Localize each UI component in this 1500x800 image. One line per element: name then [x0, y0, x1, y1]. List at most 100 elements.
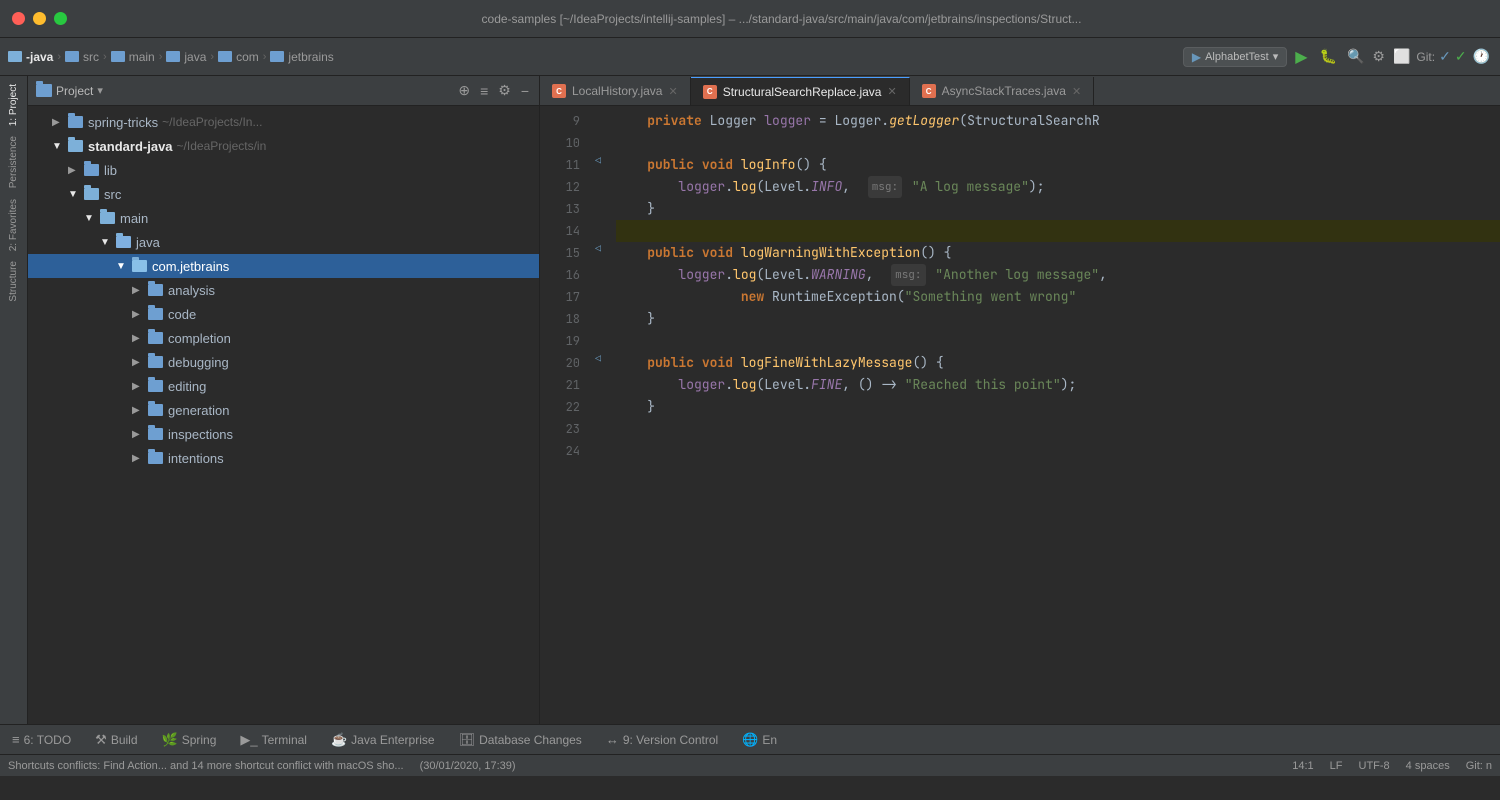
folder-icon-open [116, 236, 131, 248]
sidebar-item-structure[interactable]: Structure [6, 257, 21, 306]
node-label: src [104, 187, 121, 202]
indent[interactable]: 4 spaces [1406, 760, 1450, 772]
locate-icon[interactable]: ⊕ [456, 80, 472, 101]
project-folder-icon [36, 84, 52, 97]
tree-node-code[interactable]: ▶ code [28, 302, 539, 326]
bottom-tab-terminal[interactable]: ▶_ Terminal [236, 730, 311, 750]
collapse-icon[interactable]: − [519, 81, 531, 101]
breadcrumb-java-folder[interactable]: java [166, 50, 206, 64]
folder-icon [148, 404, 163, 416]
tree-node-java[interactable]: ▼ java [28, 230, 539, 254]
folder-icon [148, 428, 163, 440]
bottom-tab-spring[interactable]: 🌿 Spring [158, 730, 221, 750]
git-clock-icon[interactable]: 🕐 [1471, 46, 1492, 67]
code-line-11: public void logInfo() { [616, 154, 1500, 176]
node-label: main [120, 211, 148, 226]
sidebar-item-project[interactable]: 1: Project [6, 80, 21, 130]
tree-node-standard-java[interactable]: ▼ standard-java ~/IdeaProjects/in [28, 134, 539, 158]
breadcrumb-src[interactable]: src [65, 50, 99, 64]
options-icon[interactable]: ≡ [478, 81, 490, 101]
tab-close-button[interactable]: ✕ [1072, 85, 1081, 98]
code-line-23 [616, 418, 1500, 440]
node-label: completion [168, 331, 231, 346]
node-label: editing [168, 379, 206, 394]
tree-node-completion[interactable]: ▶ completion [28, 326, 539, 350]
tab-label: AsyncStackTraces.java [942, 84, 1066, 98]
tab-close-button[interactable]: ✕ [887, 85, 896, 98]
breadcrumb-main[interactable]: main [111, 50, 155, 64]
git-pull-icon[interactable]: ✓ [1439, 48, 1451, 65]
maximize-button[interactable] [54, 12, 67, 25]
tab-structural-search[interactable]: C StructuralSearchReplace.java ✕ [691, 77, 910, 105]
sidebar-item-persistence[interactable]: Persistence [6, 132, 21, 192]
run-config-selector[interactable]: ▶ AlphabetTest ▾ [1183, 47, 1287, 67]
node-label: inspections [168, 427, 233, 442]
breadcrumb-com[interactable]: com [218, 50, 259, 64]
breadcrumb-java[interactable]: -java [8, 50, 53, 64]
line-ending[interactable]: LF [1330, 760, 1343, 772]
tab-local-history[interactable]: C LocalHistory.java ✕ [540, 77, 691, 105]
cursor-position[interactable]: 14:1 [1292, 760, 1313, 772]
tree-node-spring-tricks[interactable]: ▶ spring-tricks ~/IdeaProjects/In... [28, 110, 539, 134]
folder-icon [65, 51, 79, 62]
settings-icon[interactable]: ⚙ [496, 80, 513, 101]
breadcrumb-jetbrains[interactable]: jetbrains [270, 50, 333, 64]
sidebar-item-favorites[interactable]: 2: Favorites [6, 195, 21, 255]
tree-node-intentions[interactable]: ▶ intentions [28, 446, 539, 470]
status-timestamp: (30/01/2020, 17:39) [420, 760, 516, 772]
java-file-icon: C [703, 85, 717, 99]
bottom-tab-label: Database Changes [479, 733, 582, 747]
java-enterprise-icon: ☕ [331, 732, 347, 748]
tree-node-analysis[interactable]: ▶ analysis [28, 278, 539, 302]
coverage-button[interactable]: 🔍 [1345, 46, 1366, 67]
bottom-tab-en[interactable]: 🌐 En [738, 730, 781, 750]
bottom-tab-label: 6: TODO [24, 733, 72, 747]
terminal-icon: ▶_ [240, 732, 257, 748]
tree-node-src[interactable]: ▼ src [28, 182, 539, 206]
node-label: intentions [168, 451, 224, 466]
encoding[interactable]: UTF-8 [1359, 760, 1390, 772]
tree-node-lib[interactable]: ▶ lib [28, 158, 539, 182]
bottom-tab-java-enterprise[interactable]: ☕ Java Enterprise [327, 730, 439, 750]
node-label: analysis [168, 283, 215, 298]
bottom-tab-label: Terminal [262, 733, 307, 747]
stop-button[interactable]: ⬜ [1391, 46, 1412, 67]
folder-icon [148, 380, 163, 392]
tree-node-generation[interactable]: ▶ generation [28, 398, 539, 422]
bottom-tab-build[interactable]: ⚒ Build [91, 730, 141, 750]
debug-button[interactable]: 🐛 [1316, 48, 1341, 65]
tree-node-main[interactable]: ▼ main [28, 206, 539, 230]
project-tree: ▶ spring-tricks ~/IdeaProjects/In... ▼ s… [28, 106, 539, 724]
profile-button[interactable]: ⚙ [1370, 46, 1387, 67]
folder-icon [8, 51, 22, 62]
minimize-button[interactable] [33, 12, 46, 25]
code-line-9: private Logger logger = Logger.getLogger… [616, 110, 1500, 132]
dropdown-arrow[interactable]: ▾ [97, 84, 103, 97]
bottom-tab-label: Build [111, 733, 138, 747]
bottom-tab-todo[interactable]: ≡ 6: TODO [8, 730, 75, 749]
tree-node-debugging[interactable]: ▶ debugging [28, 350, 539, 374]
folder-icon [148, 452, 163, 464]
node-path: ~/IdeaProjects/In... [162, 115, 262, 129]
node-label: generation [168, 403, 229, 418]
tree-node-editing[interactable]: ▶ editing [28, 374, 539, 398]
tree-node-inspections[interactable]: ▶ inspections [28, 422, 539, 446]
close-button[interactable] [12, 12, 25, 25]
code-area[interactable]: private Logger logger = Logger.getLogger… [608, 106, 1500, 724]
tree-node-com-jetbrains[interactable]: ▼ com.jetbrains [28, 254, 539, 278]
node-label: spring-tricks [88, 115, 158, 130]
code-line-10 [616, 132, 1500, 154]
tab-close-button[interactable]: ✕ [668, 85, 677, 98]
node-label: com.jetbrains [152, 259, 229, 274]
git-push-icon[interactable]: ✓ [1455, 48, 1467, 65]
build-icon: ⚒ [95, 732, 107, 748]
run-button[interactable]: ▶ [1291, 47, 1311, 67]
bottom-tab-version-control[interactable]: ↔ 9: Version Control [602, 730, 722, 749]
dropdown-icon: ▾ [1273, 50, 1279, 63]
folder-icon [148, 332, 163, 344]
tab-label: StructuralSearchReplace.java [723, 85, 882, 99]
tab-async-stack[interactable]: C AsyncStackTraces.java ✕ [910, 77, 1094, 105]
node-path: ~/IdeaProjects/in [177, 139, 267, 153]
bottom-tab-database-changes[interactable]: 🗄 Database Changes [455, 730, 586, 750]
git-status[interactable]: Git: n [1466, 760, 1492, 772]
